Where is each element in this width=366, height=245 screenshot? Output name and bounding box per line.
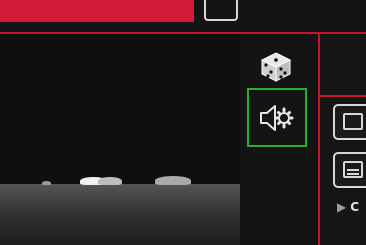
expand-toggle[interactable]: ▶ C	[337, 200, 359, 214]
speaker-gear-icon	[260, 104, 294, 131]
right-panel-divider	[320, 95, 366, 97]
disc-item-button[interactable]	[333, 104, 366, 140]
game-viewport	[0, 34, 240, 245]
floor-surface	[0, 184, 240, 245]
monitor-item-button[interactable]	[333, 152, 366, 188]
sound-settings-button[interactable]	[247, 88, 307, 147]
scene-object	[42, 181, 51, 185]
play-arrow-icon: ▶	[337, 200, 347, 214]
dice-icon	[260, 52, 292, 82]
monitor-icon	[343, 161, 363, 178]
disc-icon	[343, 113, 363, 130]
top-tab-button[interactable]	[204, 0, 238, 21]
scene-object	[155, 176, 191, 185]
expand-label: C	[350, 200, 360, 214]
scene-object	[98, 177, 122, 185]
dice-button[interactable]	[258, 50, 294, 84]
health-bar	[0, 0, 194, 22]
